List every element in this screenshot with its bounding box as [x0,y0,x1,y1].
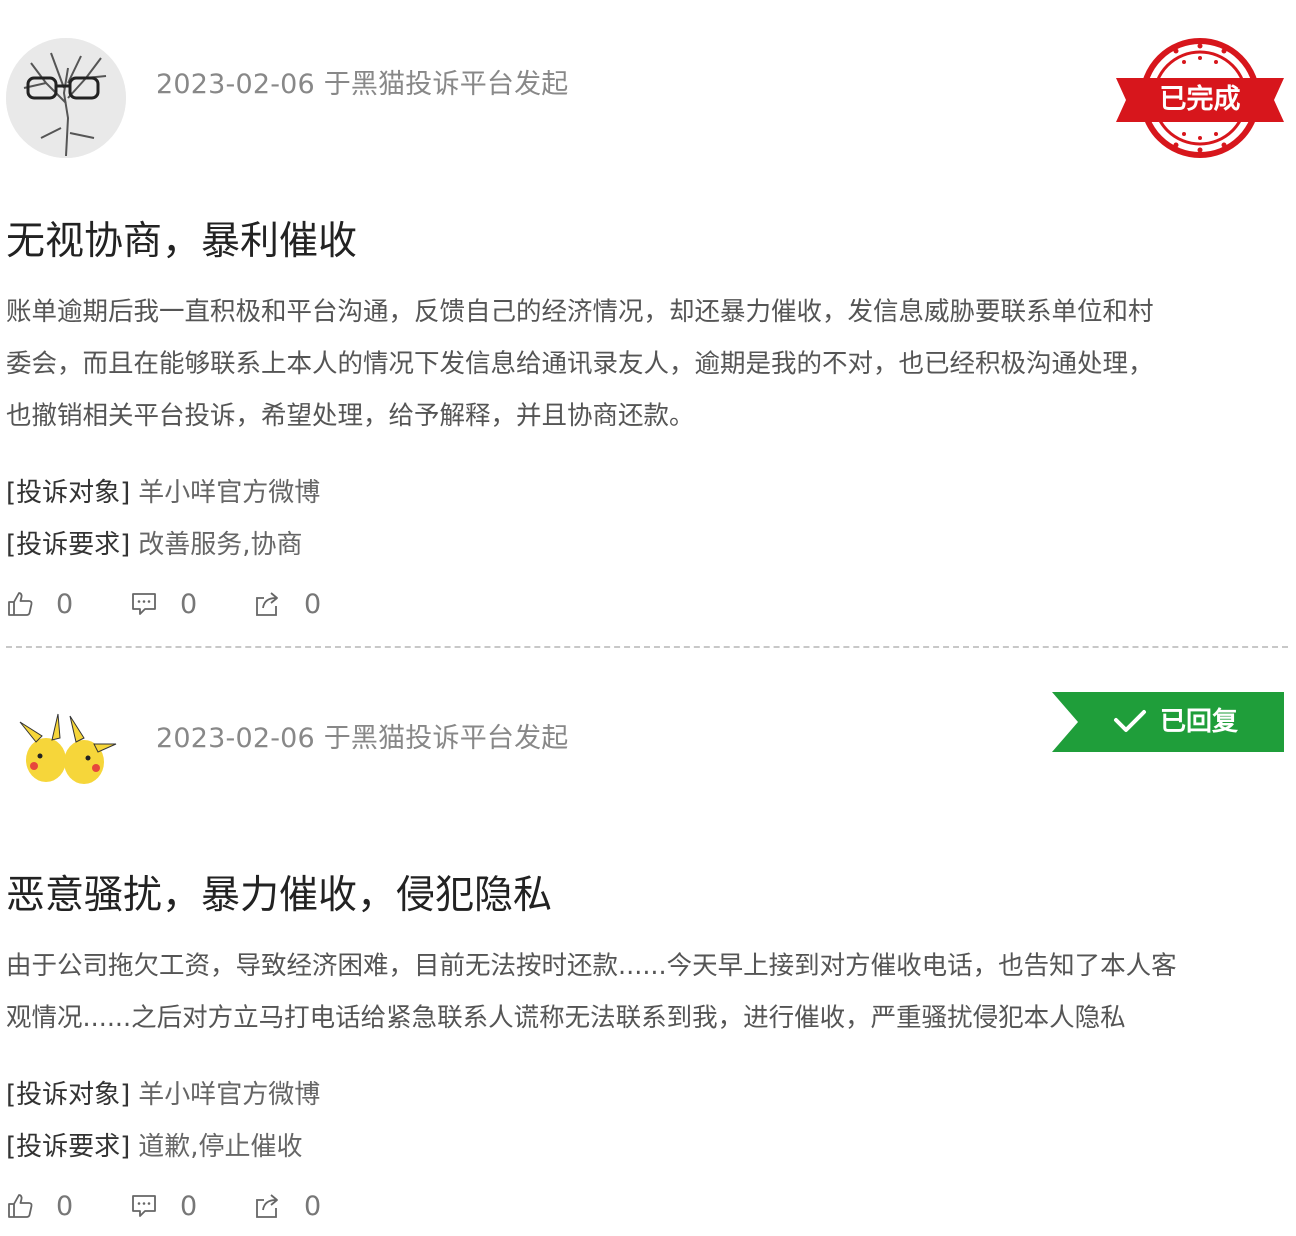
user-avatar[interactable] [6,692,126,812]
pikachu-avatar-icon [19,713,117,784]
share-icon [256,592,278,616]
request-value: 道歉,停止催收 [138,1132,303,1162]
like-count: 0 [56,1190,74,1222]
share-count: 0 [304,1190,322,1222]
share-button[interactable]: 0 [254,1188,321,1224]
request-label: [投诉要求] [6,1132,131,1162]
thumbs-up-icon [8,1194,33,1218]
like-button[interactable]: 0 [6,1188,73,1224]
content-line: 观情况......之后对方立马打电话给紧急联系人谎称无法联系到我，进行催收，严重… [6,1003,1126,1033]
target-value[interactable]: 羊小咩官方微博 [138,1080,320,1110]
replied-badge: 已回复 [1052,692,1284,752]
status-label-replied: 已回复 [1160,707,1239,737]
complaint-request: [投诉要求] 道歉,停止催收 [6,1126,303,1163]
comment-icon [132,1195,156,1217]
like-button[interactable]: 0 [6,586,73,622]
thumbs-up-icon [8,592,33,616]
post-content: 由于公司拖欠工资，导致经济困难，目前无法按时还款......今天早上接到对方催收… [6,940,1290,1044]
comment-button[interactable]: 0 [130,586,197,622]
comment-count: 0 [180,588,198,620]
share-button[interactable]: 0 [254,586,321,622]
post-divider [6,646,1288,648]
content-line: 由于公司拖欠工资，导致经济困难，目前无法按时还款......今天早上接到对方催收… [6,951,1177,981]
share-icon [256,1194,278,1218]
complaint-card-2[interactable]: 2023-02-06 于黑猫投诉平台发起 已回复 恶意骚扰，暴力催收，侵犯隐私 … [0,0,1296,1222]
target-label: [投诉对象] [6,1080,131,1110]
comment-button[interactable]: 0 [130,1188,197,1224]
post-meta: 2023-02-06 于黑猫投诉平台发起 [156,723,569,754]
comment-count: 0 [180,1190,198,1222]
post-title[interactable]: 恶意骚扰，暴力催收，侵犯隐私 [6,864,552,920]
comment-icon [132,593,156,615]
share-count: 0 [304,588,322,620]
complaint-target: [投诉对象] 羊小咩官方微博 [6,1074,320,1111]
like-count: 0 [56,588,74,620]
